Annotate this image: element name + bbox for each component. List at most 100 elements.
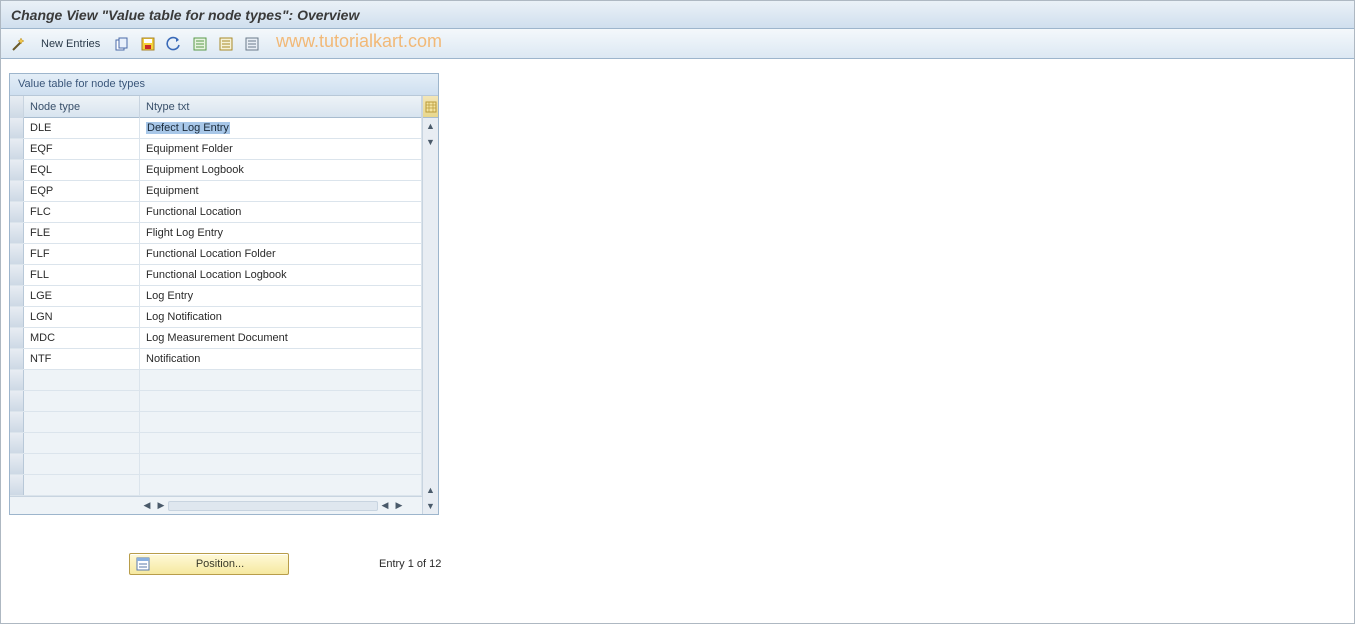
cell-ntype-txt[interactable]: Functional Location Logbook	[140, 265, 422, 285]
watermark-text: www.tutorialkart.com	[276, 31, 442, 52]
row-selector[interactable]	[10, 286, 24, 306]
cell-node-type[interactable]	[24, 391, 140, 411]
table-row-empty	[10, 391, 422, 412]
cell-node-type[interactable]: LGN	[24, 307, 140, 327]
change-icon[interactable]	[9, 34, 29, 54]
table-row[interactable]: DLEDefect Log Entry	[10, 118, 422, 139]
horizontal-scrollbar[interactable]: ◀ ▶ ◀ ▶	[10, 496, 422, 514]
cell-node-type[interactable]: NTF	[24, 349, 140, 369]
row-selector[interactable]	[10, 160, 24, 180]
table-row[interactable]: FLLFunctional Location Logbook	[10, 265, 422, 286]
row-selector[interactable]	[10, 475, 24, 495]
row-selector[interactable]	[10, 349, 24, 369]
cell-node-type[interactable]: MDC	[24, 328, 140, 348]
scroll-up-step-icon[interactable]: ▲	[423, 482, 438, 498]
table-row[interactable]: EQPEquipment	[10, 181, 422, 202]
row-selector[interactable]	[10, 118, 24, 138]
row-selector[interactable]	[10, 181, 24, 201]
row-selector[interactable]	[10, 139, 24, 159]
save-icon[interactable]	[138, 34, 158, 54]
cell-ntype-txt[interactable]: Log Entry	[140, 286, 422, 306]
new-entries-button[interactable]: New Entries	[35, 36, 106, 52]
cell-node-type[interactable]: EQF	[24, 139, 140, 159]
table-row[interactable]: FLEFlight Log Entry	[10, 223, 422, 244]
cell-ntype-txt[interactable]	[140, 412, 422, 432]
vertical-scrollbar[interactable]: ▲ ▼ ▲ ▼	[422, 96, 438, 514]
cell-node-type[interactable]: DLE	[24, 118, 140, 138]
table-row[interactable]: FLCFunctional Location	[10, 202, 422, 223]
table-row[interactable]: FLFFunctional Location Folder	[10, 244, 422, 265]
cell-ntype-txt[interactable]: Equipment	[140, 181, 422, 201]
scroll-up-icon[interactable]: ▲	[423, 118, 438, 134]
cell-ntype-txt[interactable]: Functional Location	[140, 202, 422, 222]
cell-node-type[interactable]: EQL	[24, 160, 140, 180]
cell-node-type[interactable]	[24, 412, 140, 432]
cell-ntype-txt[interactable]	[140, 454, 422, 474]
configure-columns-icon[interactable]	[423, 96, 438, 118]
footer-area: Position... Entry 1 of 12	[9, 553, 1346, 575]
row-selector[interactable]	[10, 433, 24, 453]
cell-ntype-txt[interactable]: Equipment Logbook	[140, 160, 422, 180]
cell-ntype-txt[interactable]	[140, 475, 422, 495]
position-button[interactable]: Position...	[129, 553, 289, 575]
row-selector[interactable]	[10, 370, 24, 390]
row-selector[interactable]	[10, 265, 24, 285]
cell-ntype-txt[interactable]: Log Notification	[140, 307, 422, 327]
table-row[interactable]: LGNLog Notification	[10, 307, 422, 328]
row-selector[interactable]	[10, 202, 24, 222]
row-selector[interactable]	[10, 244, 24, 264]
table-row[interactable]: EQFEquipment Folder	[10, 139, 422, 160]
cell-ntype-txt[interactable]: Flight Log Entry	[140, 223, 422, 243]
undo-icon[interactable]	[164, 34, 184, 54]
cell-ntype-txt[interactable]: Defect Log Entry	[140, 118, 422, 138]
groupbox-title: Value table for node types	[10, 74, 438, 96]
table-row-empty	[10, 475, 422, 496]
vscroll-track[interactable]	[423, 150, 438, 482]
cell-node-type[interactable]: LGE	[24, 286, 140, 306]
cell-ntype-txt[interactable]: Log Measurement Document	[140, 328, 422, 348]
scroll-down-step-icon[interactable]: ▼	[423, 134, 438, 150]
row-selector[interactable]	[10, 307, 24, 327]
deselect-all-icon[interactable]	[216, 34, 236, 54]
scroll-left-start-icon[interactable]: ◀	[140, 500, 154, 511]
cell-node-type[interactable]	[24, 475, 140, 495]
scroll-right-icon[interactable]: ◀	[378, 500, 392, 511]
copy-as-icon[interactable]	[112, 34, 132, 54]
row-selector[interactable]	[10, 454, 24, 474]
cell-ntype-txt[interactable]: Notification	[140, 349, 422, 369]
cell-ntype-txt[interactable]: Functional Location Folder	[140, 244, 422, 264]
cell-node-type[interactable]	[24, 370, 140, 390]
cell-ntype-txt[interactable]	[140, 370, 422, 390]
cell-node-type[interactable]: FLL	[24, 265, 140, 285]
row-selector[interactable]	[10, 391, 24, 411]
position-icon	[136, 557, 150, 571]
application-toolbar: New Entries www.tutorialkart.com	[1, 29, 1354, 59]
cell-ntype-txt[interactable]	[140, 433, 422, 453]
cell-node-type[interactable]: FLE	[24, 223, 140, 243]
cell-node-type[interactable]	[24, 433, 140, 453]
table-row[interactable]: EQLEquipment Logbook	[10, 160, 422, 181]
column-header-ntype-txt[interactable]: Ntype txt	[140, 96, 422, 118]
table-settings-icon[interactable]	[242, 34, 262, 54]
select-all-icon[interactable]	[190, 34, 210, 54]
table-row[interactable]: MDCLog Measurement Document	[10, 328, 422, 349]
column-header-node-type[interactable]: Node type	[24, 96, 140, 118]
scroll-right-end-icon[interactable]: ▶	[392, 500, 406, 511]
table-row-empty	[10, 370, 422, 391]
row-selector[interactable]	[10, 223, 24, 243]
table-row[interactable]: LGELog Entry	[10, 286, 422, 307]
cell-ntype-txt[interactable]	[140, 391, 422, 411]
scroll-left-icon[interactable]: ▶	[154, 500, 168, 511]
cell-ntype-txt[interactable]: Equipment Folder	[140, 139, 422, 159]
content-area: Value table for node types Node type Nty…	[1, 59, 1354, 589]
cell-node-type[interactable]: EQP	[24, 181, 140, 201]
cell-node-type[interactable]	[24, 454, 140, 474]
cell-node-type[interactable]: FLC	[24, 202, 140, 222]
row-selector[interactable]	[10, 412, 24, 432]
row-selector[interactable]	[10, 328, 24, 348]
row-selector-header[interactable]	[10, 96, 24, 118]
scroll-down-icon[interactable]: ▼	[423, 498, 438, 514]
cell-node-type[interactable]: FLF	[24, 244, 140, 264]
hscroll-track[interactable]	[168, 501, 378, 511]
table-row[interactable]: NTFNotification	[10, 349, 422, 370]
